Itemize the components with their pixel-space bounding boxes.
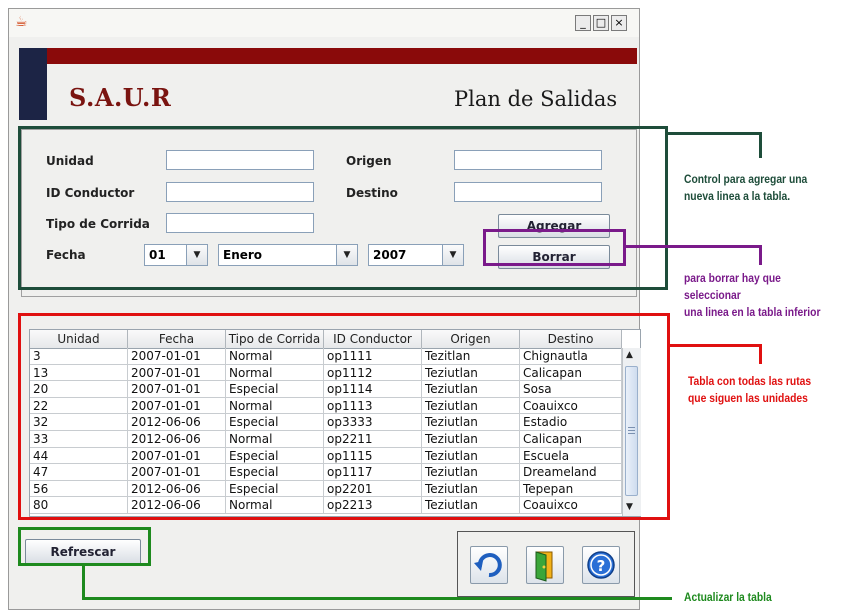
svg-text:?: ? <box>597 557 606 575</box>
exit-door-icon <box>535 551 553 582</box>
connector-line <box>82 597 672 600</box>
undo-button[interactable] <box>470 546 508 584</box>
header-red-bar <box>19 48 637 64</box>
header-navy-block <box>19 48 47 120</box>
borrar-note-line: para borrar hay que seleccionar <box>684 271 781 302</box>
action-toolbar: ? <box>457 531 635 597</box>
refrescar-highlight-box <box>18 527 151 566</box>
connector-line <box>82 566 85 599</box>
refrescar-note: Actualizar la tabla <box>684 590 772 604</box>
borrar-note: para borrar hay que seleccionar una line… <box>684 270 838 321</box>
borrar-highlight-box <box>483 229 626 266</box>
maximize-button[interactable]: □ <box>593 15 609 31</box>
connector-line <box>670 344 762 347</box>
tabla-note-line: que siguen las unidades <box>688 391 808 405</box>
connector-line <box>668 132 762 135</box>
exit-button[interactable] <box>526 546 564 584</box>
java-cup-icon: ☕ <box>15 14 28 30</box>
page-title: Plan de Salidas <box>454 87 618 111</box>
tabla-note: Tabla con todas las rutas que siguen las… <box>688 373 811 407</box>
minimize-button[interactable]: _ <box>575 15 591 31</box>
close-button[interactable]: × <box>611 15 627 31</box>
connector-line <box>626 245 762 248</box>
title-bar[interactable]: ☕ _ □ × <box>9 9 639 37</box>
borrar-note-line: una linea en la tabla inferior <box>684 305 821 319</box>
undo-icon <box>474 553 502 578</box>
help-icon: ? <box>587 551 615 579</box>
agregar-note: Control para agregar una nueva linea a l… <box>684 171 807 205</box>
brand-title: S.A.U.R <box>69 83 172 112</box>
help-button[interactable]: ? <box>582 546 620 584</box>
table-highlight-box <box>18 313 670 520</box>
agregar-note-line: nueva linea a la tabla. <box>684 189 791 203</box>
connector-line <box>759 132 762 158</box>
agregar-note-line: Control para agregar una <box>684 172 808 186</box>
connector-line <box>759 245 762 265</box>
tabla-note-line: Tabla con todas las rutas <box>688 374 812 388</box>
connector-line <box>759 344 762 364</box>
